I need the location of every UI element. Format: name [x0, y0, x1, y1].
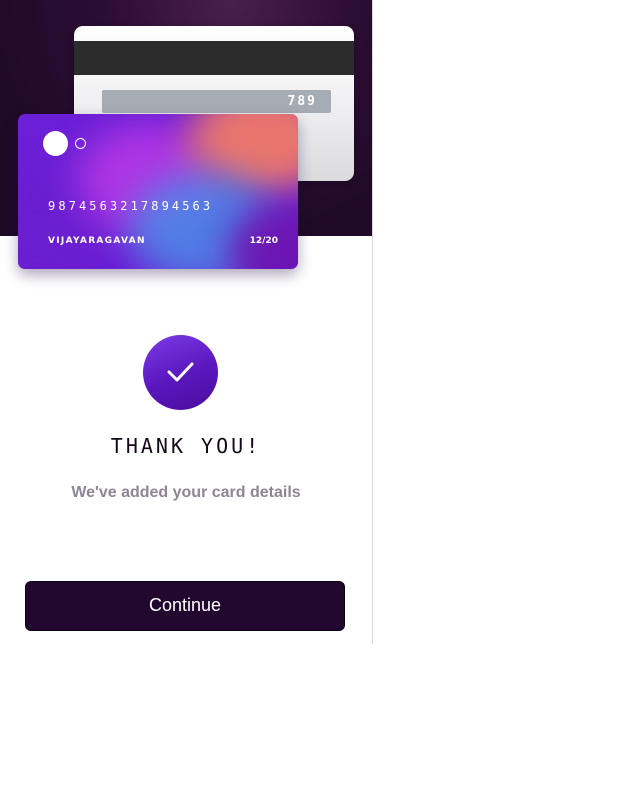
card-logo-circle-icon [43, 131, 68, 156]
page-title: THANK YOU! [110, 434, 262, 458]
cvv-value: 789 [287, 94, 317, 109]
confirmation-panel: 789 9874563217894563 VIJAYARAGAVAN 12/20… [0, 0, 373, 644]
check-icon [167, 362, 194, 382]
card-number: 9874563217894563 [48, 199, 214, 213]
signature-strip: 789 [102, 90, 331, 113]
continue-button[interactable]: Continue [25, 581, 345, 631]
card-front: 9874563217894563 VIJAYARAGAVAN 12/20 [18, 114, 298, 269]
card-expiry: 12/20 [249, 236, 278, 246]
success-badge [143, 335, 218, 410]
card-logo-ring-icon [75, 138, 86, 149]
magnetic-stripe [74, 41, 354, 75]
confirmation-message: We've added your card details [71, 484, 301, 501]
card-holder-name: VIJAYARAGAVAN [48, 236, 146, 246]
